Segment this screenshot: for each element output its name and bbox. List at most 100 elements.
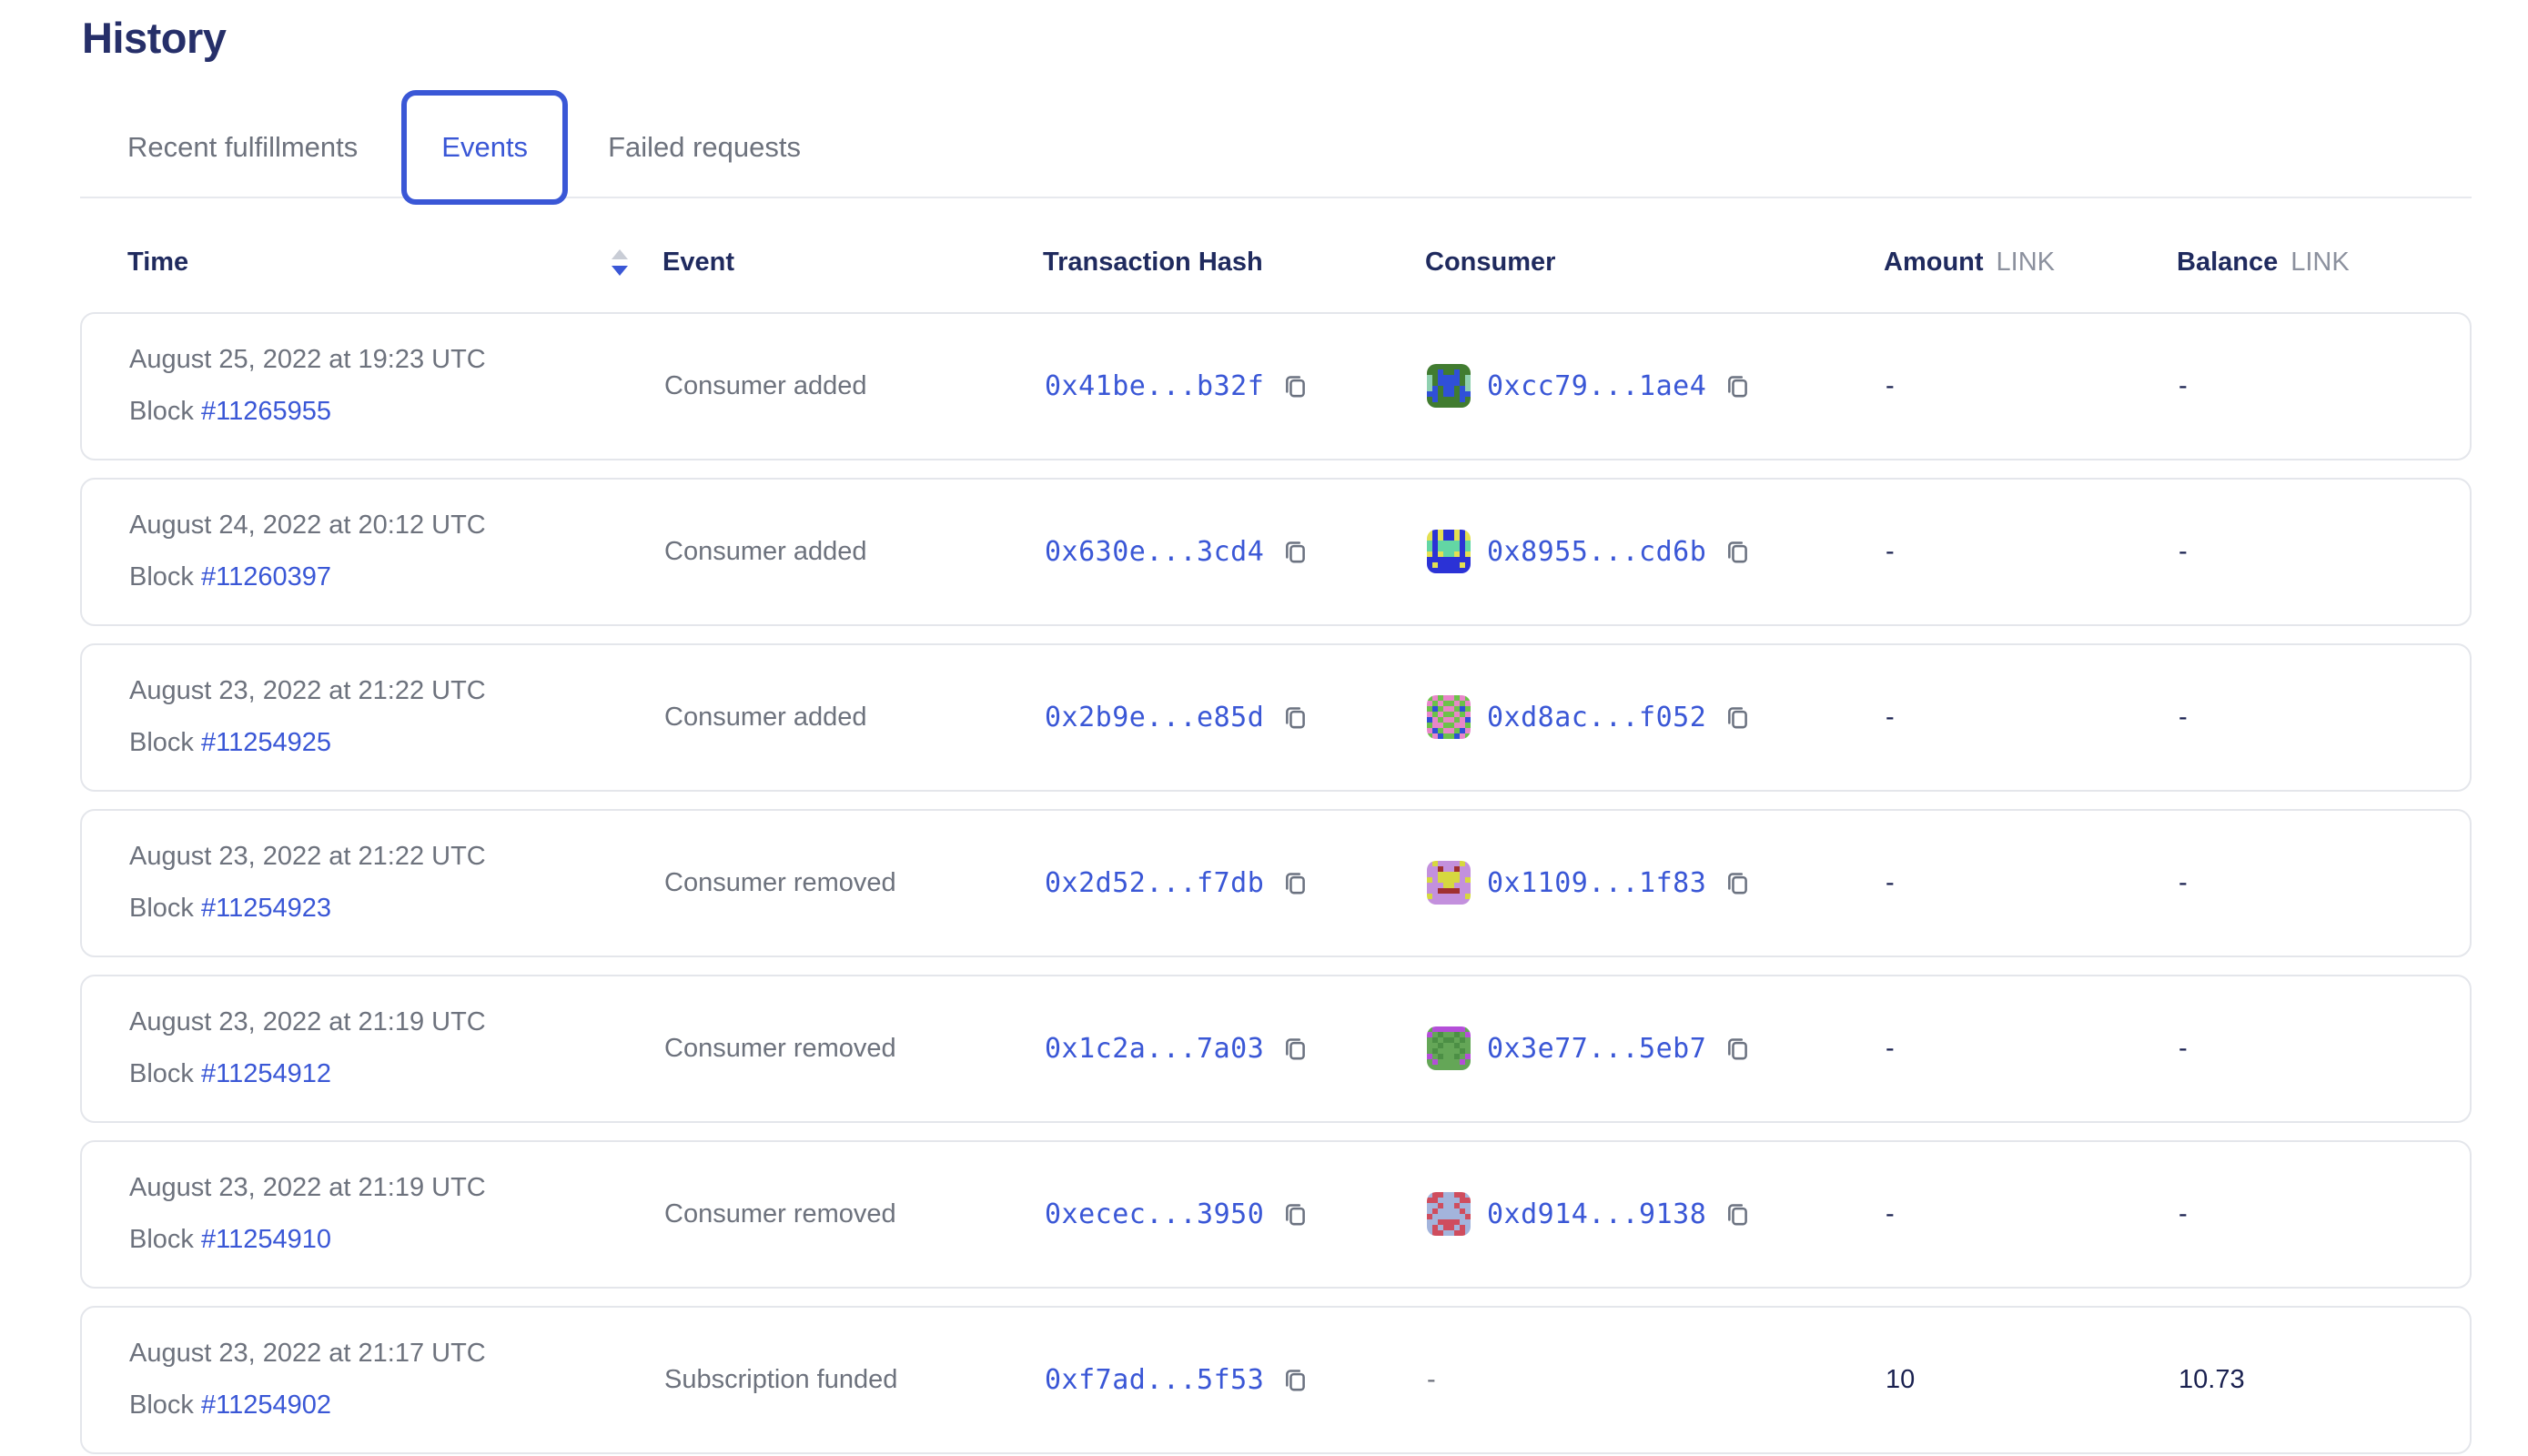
consumer-address-link[interactable]: 0xd8ac...f052 [1487,702,1706,733]
copy-consumer-address-button[interactable] [1723,1199,1752,1228]
consumer-identicon [1427,1026,1471,1070]
amount-cell: - [1886,703,2179,733]
event-cell: Subscription funded [664,1365,1045,1395]
transaction-hash-cell: 0x630e...3cd4 [1045,536,1427,568]
consumer-address-link[interactable]: 0xd914...9138 [1487,1198,1706,1230]
consumer-identicon [1427,861,1471,905]
copy-icon [1723,537,1752,566]
event-cell: Consumer added [664,703,1045,733]
copy-icon [1280,703,1310,732]
sort-desc-icon [612,266,628,276]
transaction-hash-link[interactable]: 0x2b9e...e85d [1045,702,1264,733]
time-cell: August 23, 2022 at 21:19 UTC Block #1125… [129,1007,664,1089]
consumer-address-link[interactable]: 0x1109...1f83 [1487,867,1706,899]
copy-transaction-hash-button[interactable] [1280,537,1310,566]
block-number-link[interactable]: #11254910 [201,1225,331,1254]
row-block-line: Block #11265955 [129,397,664,427]
transaction-hash-cell: 0x2b9e...e85d [1045,702,1427,733]
block-number-link[interactable]: #11254923 [201,894,331,923]
block-number-link[interactable]: #11260397 [201,562,331,592]
transaction-hash-cell: 0x41be...b32f [1045,370,1427,402]
table-row: August 24, 2022 at 20:12 UTC Block #1126… [80,478,2472,626]
consumer-cell: 0x3e77...5eb7 [1427,1026,1886,1070]
column-header-consumer: Consumer [1425,248,1884,278]
balance-cell: 10.73 [2179,1365,2422,1395]
block-number-link[interactable]: #11254912 [201,1059,331,1088]
transaction-hash-link[interactable]: 0x630e...3cd4 [1045,536,1264,568]
amount-cell: - [1886,537,2179,567]
consumer-identicon [1427,364,1471,408]
column-header-transaction-hash: Transaction Hash [1043,248,1425,278]
table-header: Time Event Transaction Hash Consumer Amo… [80,206,2472,312]
transaction-hash-link[interactable]: 0xf7ad...5f53 [1045,1364,1264,1396]
amount-cell: - [1886,1034,2179,1064]
consumer-cell: 0x1109...1f83 [1427,861,1886,905]
tab-failed-requests[interactable]: Failed requests [608,131,801,164]
transaction-hash-link[interactable]: 0x2d52...f7db [1045,867,1264,899]
column-header-time-label: Time [127,248,188,278]
copy-consumer-address-button[interactable] [1723,1034,1752,1063]
sort-indicator-icon[interactable] [612,249,628,276]
transaction-hash-link[interactable]: 0xecec...3950 [1045,1198,1264,1230]
tab-recent-fulfillments[interactable]: Recent fulfillments [127,131,358,164]
copy-consumer-address-button[interactable] [1723,868,1752,897]
tab-events[interactable]: Events [401,90,568,205]
copy-icon [1723,371,1752,400]
consumer-address-link[interactable]: 0xcc79...1ae4 [1487,370,1706,402]
event-cell: Consumer added [664,371,1045,401]
block-number-link[interactable]: #11265955 [201,397,331,426]
block-number-link[interactable]: #11254925 [201,728,331,757]
copy-transaction-hash-button[interactable] [1280,1034,1310,1063]
balance-cell: - [2179,371,2422,401]
copy-icon [1280,537,1310,566]
copy-consumer-address-button[interactable] [1723,537,1752,566]
event-cell: Consumer removed [664,1199,1045,1229]
column-header-time[interactable]: Time [127,248,662,278]
copy-transaction-hash-button[interactable] [1280,1365,1310,1394]
copy-icon [1723,1199,1752,1228]
time-cell: August 25, 2022 at 19:23 UTC Block #1126… [129,345,664,427]
row-block-line: Block #11254902 [129,1390,664,1421]
consumer-identicon [1427,1192,1471,1236]
row-block-line: Block #11254912 [129,1059,664,1089]
table-row: August 23, 2022 at 21:22 UTC Block #1125… [80,643,2472,792]
consumer-empty-dash: - [1427,1365,1436,1395]
transaction-hash-link[interactable]: 0x41be...b32f [1045,370,1264,402]
copy-transaction-hash-button[interactable] [1280,868,1310,897]
table-row: August 23, 2022 at 21:22 UTC Block #1125… [80,809,2472,957]
table-row: August 23, 2022 at 21:19 UTC Block #1125… [80,975,2472,1123]
row-block-line: Block #11260397 [129,562,664,592]
row-block-line: Block #11254910 [129,1225,664,1255]
copy-consumer-address-button[interactable] [1723,703,1752,732]
block-label: Block [129,1059,194,1088]
block-number-link[interactable]: #11254902 [201,1390,331,1420]
amount-cell: - [1886,868,2179,898]
consumer-address-link[interactable]: 0x3e77...5eb7 [1487,1033,1706,1065]
copy-icon [1280,1199,1310,1228]
table-row: August 23, 2022 at 21:19 UTC Block #1125… [80,1140,2472,1289]
copy-consumer-address-button[interactable] [1723,371,1752,400]
time-cell: August 23, 2022 at 21:19 UTC Block #1125… [129,1173,664,1255]
consumer-address-link[interactable]: 0x8955...cd6b [1487,536,1706,568]
amount-unit-label: LINK [1997,248,2055,277]
copy-transaction-hash-button[interactable] [1280,1199,1310,1228]
row-date: August 23, 2022 at 21:19 UTC [129,1173,664,1203]
copy-icon [1280,868,1310,897]
consumer-cell: 0xd8ac...f052 [1427,695,1886,739]
amount-cell: - [1886,371,2179,401]
sort-asc-icon [612,249,628,259]
copy-icon [1723,1034,1752,1063]
copy-transaction-hash-button[interactable] [1280,703,1310,732]
transaction-hash-cell: 0xf7ad...5f53 [1045,1364,1427,1396]
transaction-hash-cell: 0xecec...3950 [1045,1198,1427,1230]
rows: August 25, 2022 at 19:23 UTC Block #1126… [80,312,2472,1454]
row-date: August 23, 2022 at 21:22 UTC [129,676,664,706]
row-block-line: Block #11254923 [129,894,664,924]
balance-cell: - [2179,537,2422,567]
row-block-line: Block #11254925 [129,728,664,758]
copy-icon [1723,703,1752,732]
consumer-identicon [1427,530,1471,573]
copy-icon [1280,371,1310,400]
transaction-hash-link[interactable]: 0x1c2a...7a03 [1045,1033,1264,1065]
copy-transaction-hash-button[interactable] [1280,371,1310,400]
